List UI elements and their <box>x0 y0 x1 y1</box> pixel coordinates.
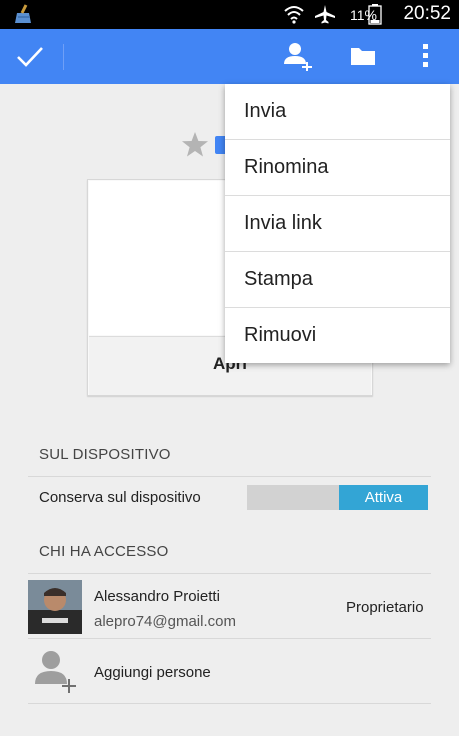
divider <box>28 573 431 574</box>
overflow-menu-icon[interactable] <box>422 43 430 69</box>
toggle-on-state[interactable]: Attiva <box>339 485 428 510</box>
divider <box>28 476 431 477</box>
divider <box>28 703 431 704</box>
menu-item-rename[interactable]: Rinomina <box>225 140 450 196</box>
broom-app-icon <box>15 4 31 23</box>
folder-icon[interactable] <box>350 45 376 67</box>
section-header-access: CHI HA ACCESSO <box>39 543 169 560</box>
airplane-icon <box>315 5 335 24</box>
overflow-menu: Invia Rinomina Invia link Stampa Rimuovi <box>225 84 450 363</box>
checkmark-icon[interactable] <box>16 45 44 67</box>
wifi-icon <box>284 6 304 24</box>
owner-name: Alessandro Proietti <box>94 588 220 605</box>
avatar <box>28 580 82 634</box>
owner-role: Proprietario <box>346 599 424 616</box>
action-bar-divider <box>63 44 64 70</box>
keep-on-device-label: Conserva sul dispositivo <box>39 489 201 506</box>
divider <box>28 638 431 639</box>
menu-item-print[interactable]: Stampa <box>225 252 450 308</box>
section-header-on-device: SUL DISPOSITIVO <box>39 446 171 463</box>
battery-icon <box>368 4 382 25</box>
add-people-button[interactable]: Aggiungi persone <box>94 664 211 681</box>
owner-email: alepro74@gmail.com <box>94 613 236 630</box>
star-icon[interactable] <box>181 131 209 158</box>
action-bar <box>0 29 459 84</box>
add-person-icon[interactable] <box>283 41 315 71</box>
menu-item-remove[interactable]: Rimuovi <box>225 308 450 364</box>
status-bar: 11% 20:52 <box>0 0 459 29</box>
menu-item-send-link[interactable]: Invia link <box>225 196 450 252</box>
add-people-icon[interactable] <box>32 648 80 696</box>
menu-item-send[interactable]: Invia <box>225 84 450 140</box>
status-time: 20:52 <box>403 3 451 24</box>
